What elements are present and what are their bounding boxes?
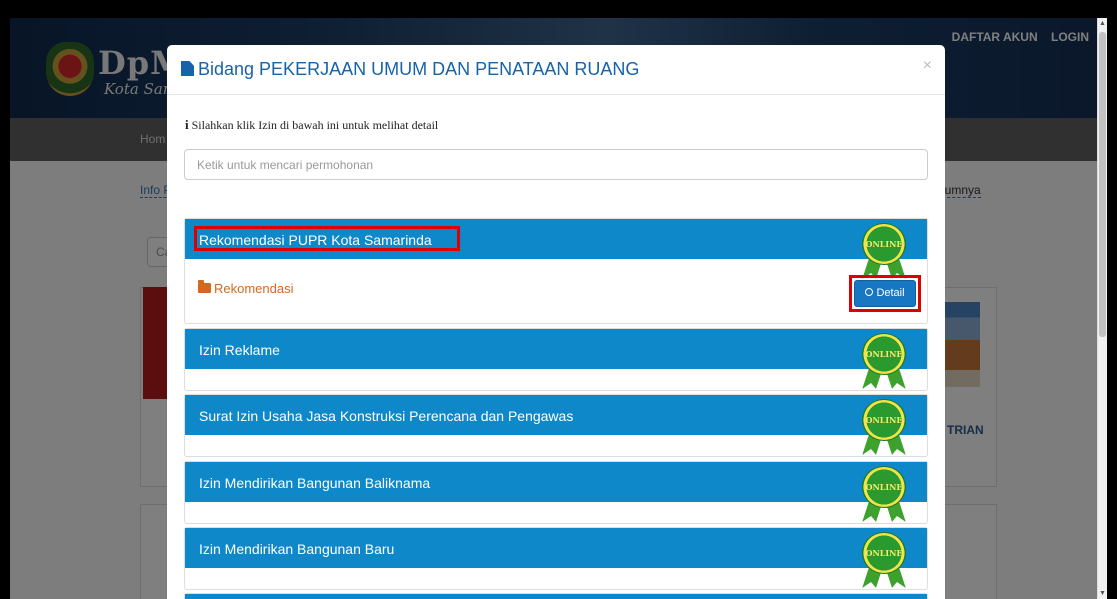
permit-modal: Bidang PEKERJAAN UMUM DAN PENATAAN RUANG… [167,45,945,599]
detail-button[interactable]: Detail [854,280,916,307]
permit-category: Rekomendasi [198,280,294,296]
modal-header: Bidang PEKERJAAN UMUM DAN PENATAAN RUANG… [167,45,945,95]
modal-title: Bidang PEKERJAAN UMUM DAN PENATAAN RUANG [181,59,639,80]
permit-title[interactable]: Izin Mendirikan Bangunan Baru [199,541,394,557]
scrollbar-thumb[interactable] [1099,32,1106,337]
permit-title[interactable]: Izin Mendirikan Bangunan Baliknama [199,475,430,491]
scroll-up-arrow-icon[interactable]: ▲ [1099,20,1106,27]
permit-category-label: Rekomendasi [214,281,294,296]
scroll-down-arrow-icon[interactable]: ▼ [1099,590,1106,597]
page-scrollbar[interactable]: ▲ ▼ [1097,18,1107,599]
permit-panel: Izin Reklame ONLINE [184,328,928,391]
permit-panel-header[interactable]: Izin Mendirikan Bangunan Baliknama [185,462,927,502]
instruction-text-label: Silahkan klik Izin di bawah ini untuk me… [191,118,439,132]
online-badge-icon: ONLINE [860,399,910,469]
permit-panel-header[interactable]: Surat Izin Usaha Jasa Konstruksi Perenca… [185,395,927,435]
folder-icon [198,280,211,293]
permit-panel: Izin Mendirikan Bangunan Baru ONLINE [184,527,928,590]
permit-panel: Izin Mendirikan Bangunan Baliknama ONLIN… [184,461,928,524]
online-badge-icon: ONLINE [860,466,910,536]
permit-panel: Rekomendasi PUPR Kota Samarinda ONLINE R… [184,218,928,324]
online-badge-icon: ONLINE [860,333,910,403]
info-icon: i [185,117,189,132]
permit-panel-header[interactable] [185,594,927,599]
permit-title[interactable]: Izin Reklame [199,342,280,358]
close-icon[interactable]: × [923,57,932,75]
permit-search-input[interactable] [184,149,928,180]
title-highlight-box [194,226,460,251]
permit-panel-header[interactable]: Izin Mendirikan Bangunan Baru [185,528,927,568]
permit-panel: Surat Izin Usaha Jasa Konstruksi Perenca… [184,394,928,457]
file-icon [181,61,194,76]
detail-button-label: Detail [876,287,905,299]
search-icon [865,288,874,296]
online-badge-icon: ONLINE [860,532,910,599]
instruction-text: i Silahkan klik Izin di bawah ini untuk m… [185,117,438,133]
permit-panel-header[interactable]: Izin Reklame [185,329,927,369]
permit-panel [184,593,928,599]
permit-title[interactable]: Surat Izin Usaha Jasa Konstruksi Perenca… [199,408,573,424]
modal-title-text: Bidang PEKERJAAN UMUM DAN PENATAAN RUANG [198,59,640,79]
